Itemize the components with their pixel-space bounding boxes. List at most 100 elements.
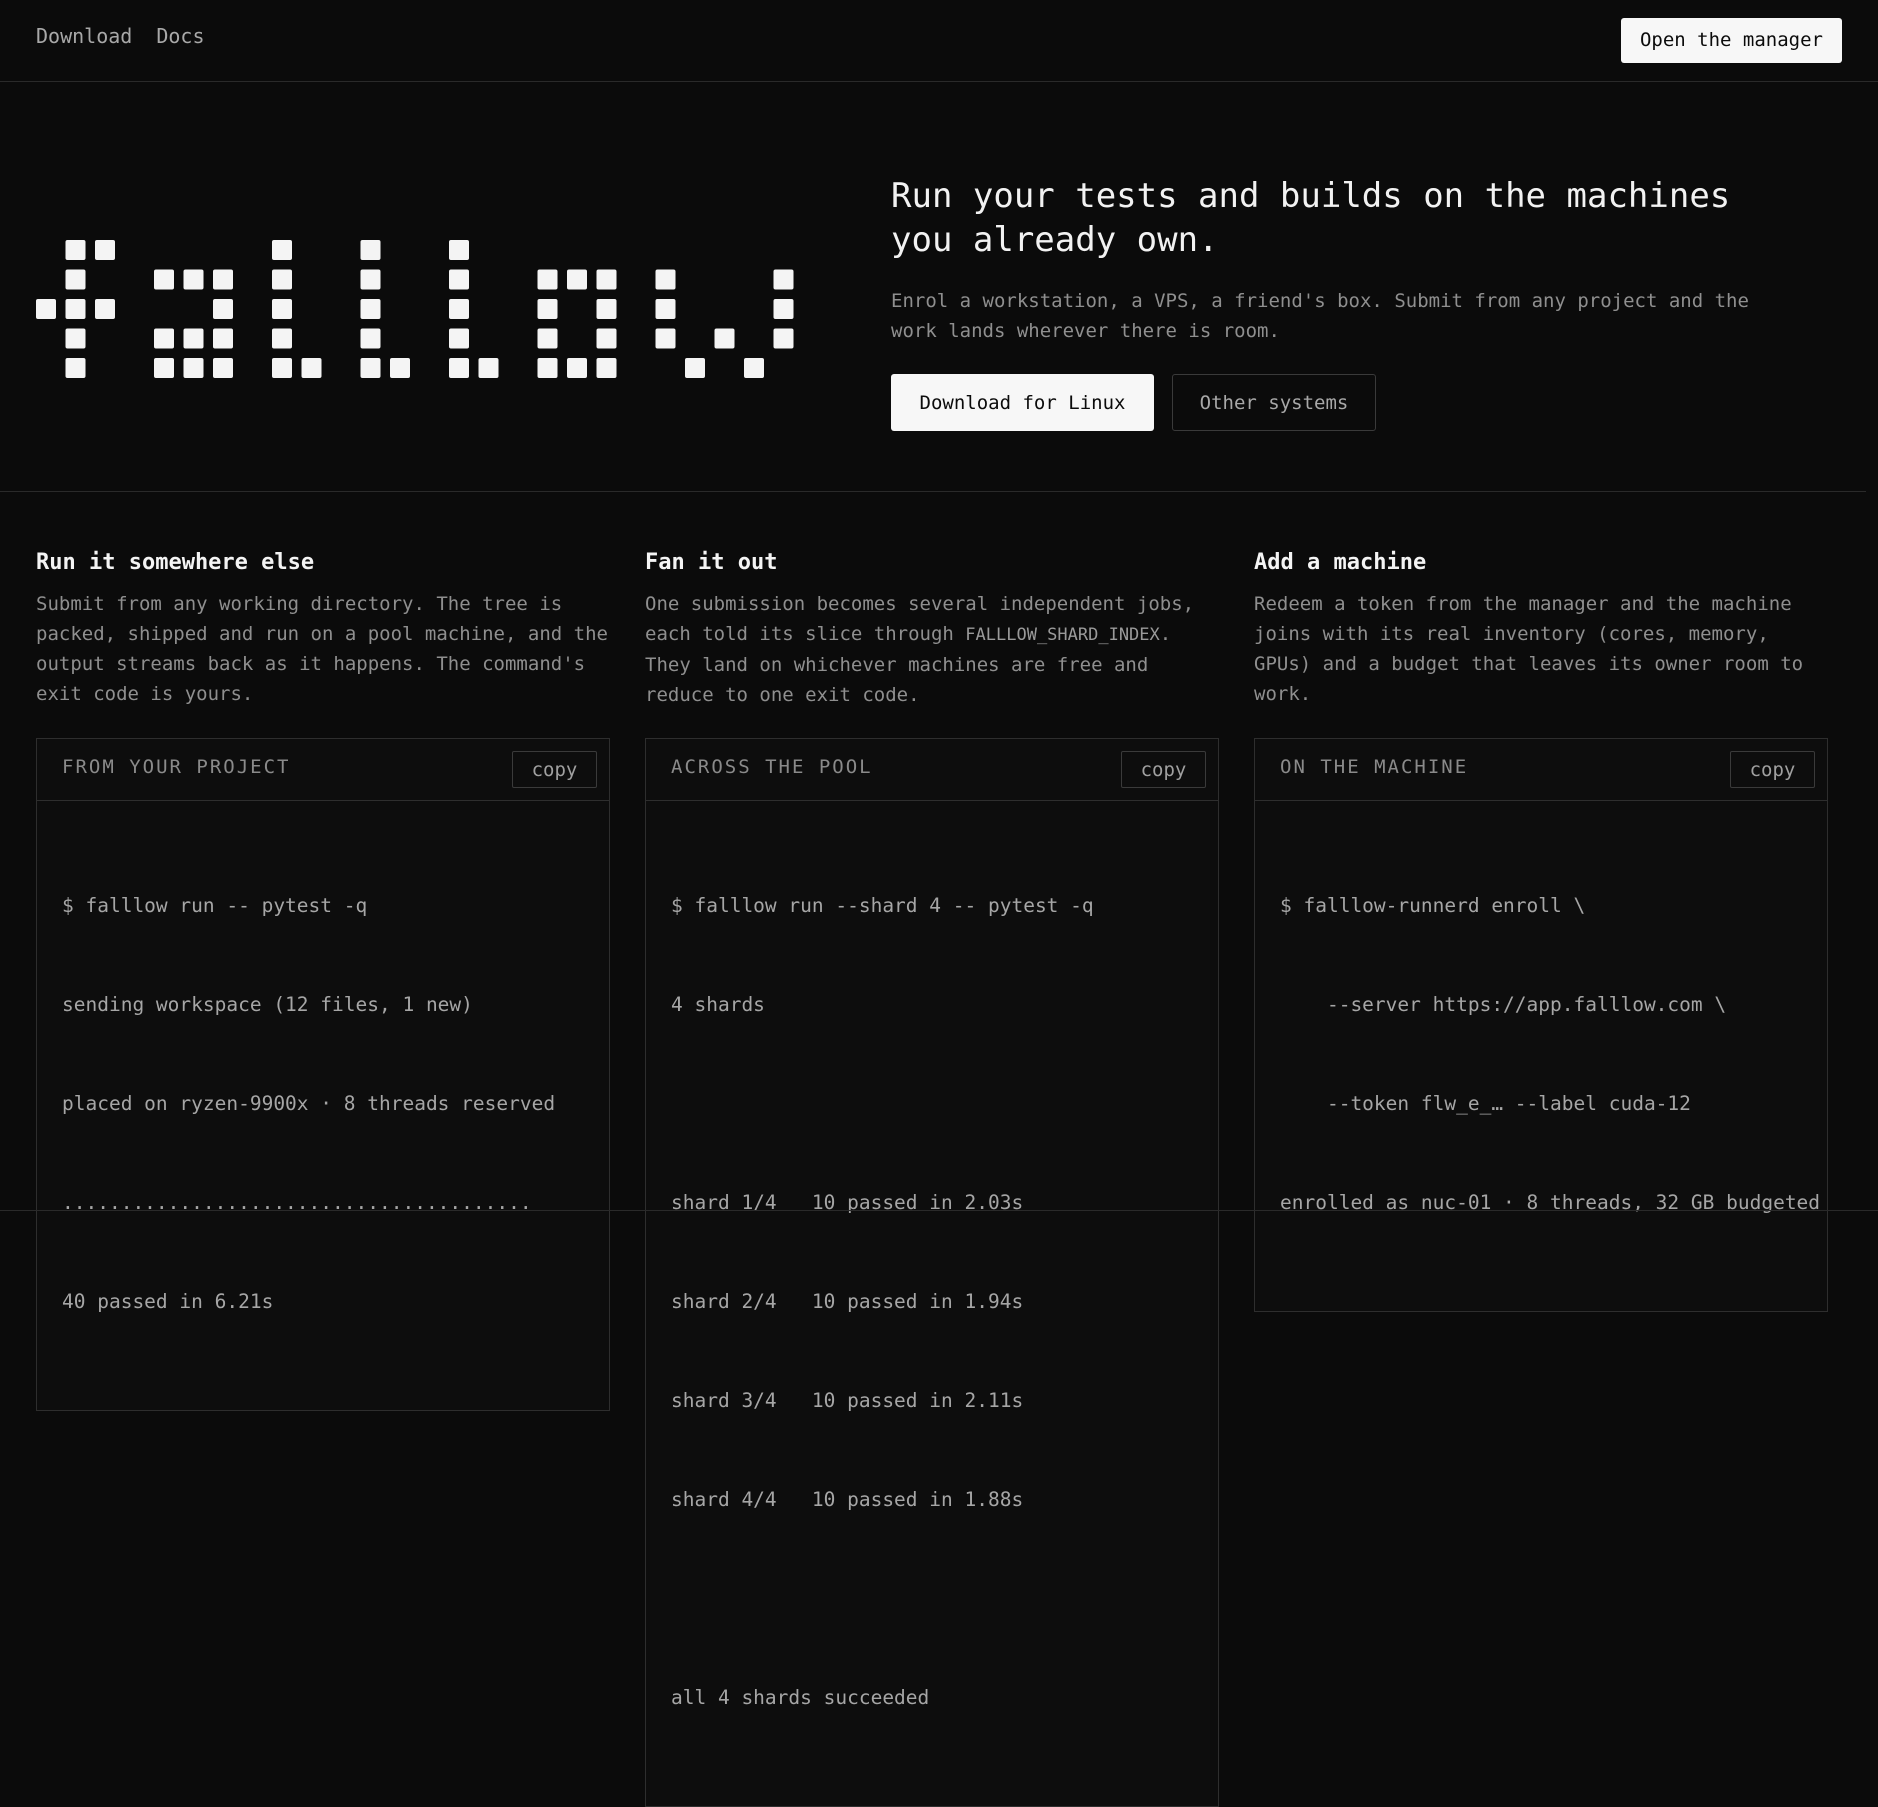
logo-pixel: [596, 299, 617, 319]
logo-pixel: [213, 358, 233, 378]
logo-pixel: [449, 328, 469, 349]
feature-title: Run it somewhere else: [36, 550, 315, 575]
logo-pixel: [272, 269, 292, 290]
logo-pixel: [655, 299, 676, 319]
terminal-header: ON THE MACHINE copy: [1255, 739, 1827, 801]
copy-button[interactable]: copy: [1121, 751, 1206, 788]
terminal-output: $ falllow run --shard 4 -- pytest -q 4 s…: [646, 801, 1218, 1806]
logo-pixel: [183, 358, 204, 378]
logo-pixel: [213, 299, 233, 319]
logo-pixel: [685, 358, 705, 378]
logo-pixel: [655, 328, 676, 349]
logo-pixel: [213, 328, 233, 349]
logo-pixel: [360, 240, 381, 260]
terminal-line: all 4 shards succeeded: [671, 1686, 930, 1709]
logo-pixel: [360, 358, 381, 378]
logo-pixel: [183, 328, 204, 349]
terminal-line: enrolled as nuc-01 · 8 threads, 32 GB bu…: [1280, 1191, 1821, 1214]
logo-pixel: [744, 358, 764, 378]
logo-pixel: [301, 358, 322, 378]
logo-pixel: [449, 299, 469, 319]
terminal-line: ........................................: [62, 1191, 532, 1214]
feature-description: Redeem a token from the manager and the …: [1254, 593, 1804, 705]
logo-pixel: [95, 299, 115, 319]
download-linux-button[interactable]: Download for Linux: [891, 374, 1154, 431]
nav-links: Download Docs: [36, 24, 205, 48]
terminal-title: ACROSS THE POOL: [671, 756, 873, 778]
logo-pixel: [65, 328, 86, 349]
logo-pixel: [449, 269, 469, 290]
terminal-panel: ON THE MACHINE copy $ falllow-runnerd en…: [1254, 738, 1828, 1312]
logo-pixel: [65, 299, 86, 319]
logo-pixel: [65, 240, 86, 260]
terminal-panel: ACROSS THE POOL copy $ falllow run --sha…: [645, 738, 1219, 1807]
logo-pixel: [390, 358, 410, 378]
logo-pixel: [773, 328, 794, 349]
feature-title: Add a machine: [1254, 550, 1427, 575]
terminal-line: $ falllow run -- pytest -q: [62, 894, 368, 917]
logo-pixel: [213, 269, 233, 290]
terminal-line: $ falllow-runnerd enroll \: [1280, 894, 1586, 917]
logo-pixel: [360, 299, 381, 319]
terminal-title: FROM YOUR PROJECT: [62, 756, 291, 778]
feature-fan-out: Fan it out One submission becomes severa…: [645, 550, 1219, 1807]
logo-pixel: [567, 269, 587, 290]
terminal-line: shard 3/4 10 passed in 2.11s: [671, 1389, 1024, 1412]
logo-pixel: [567, 358, 587, 378]
copy-button[interactable]: copy: [512, 751, 597, 788]
hero-headline: Run your tests and builds on the machine…: [891, 176, 1731, 260]
logo-pixel: [596, 328, 617, 349]
feature-description: Submit from any working directory. The t…: [36, 593, 608, 705]
feature-add-machine: Add a machine Redeem a token from the ma…: [1254, 550, 1828, 1312]
terminal-line: placed on ryzen-9900x · 8 threads reserv…: [62, 1092, 556, 1115]
nav-link-download[interactable]: Download: [36, 24, 132, 48]
feature-description: One submission becomes several independe…: [645, 593, 1195, 706]
open-manager-button[interactable]: Open the manager: [1620, 18, 1842, 63]
logo-pixel: [773, 299, 794, 319]
terminal-line: $ falllow run --shard 4 -- pytest -q: [671, 894, 1094, 917]
other-systems-button[interactable]: Other systems: [1172, 374, 1376, 431]
logo-pixel: [714, 328, 735, 349]
hero-subline: Enrol a workstation, a VPS, a friend's b…: [891, 290, 1749, 342]
logo-pixel: [272, 358, 292, 378]
logo-pixel: [537, 328, 558, 349]
logo-pixel: [65, 269, 86, 290]
logo-pixel: [773, 269, 794, 290]
top-nav: Download Docs Open the manager: [0, 0, 1878, 82]
logo-pixel: [154, 328, 174, 349]
terminal-line: sending workspace (12 files, 1 new): [62, 993, 473, 1016]
logo-pixel: [360, 328, 381, 349]
logo-pixel: [449, 358, 469, 378]
copy-button[interactable]: copy: [1730, 751, 1815, 788]
logo-pixel: [449, 240, 469, 260]
terminal-line: 4 shards: [671, 993, 765, 1016]
logo-pixel: [537, 299, 558, 319]
terminal-line: shard 4/4 10 passed in 1.88s: [671, 1488, 1024, 1511]
logo-pixel: [360, 269, 381, 290]
logo-pixel: [272, 299, 292, 319]
logo-pixel: [95, 240, 115, 260]
terminal-output: $ falllow run -- pytest -q sending works…: [37, 801, 609, 1410]
logo-pixel: [655, 269, 676, 290]
logo-pixel: [537, 358, 558, 378]
logo-pixel: [65, 358, 86, 378]
logo-pixel: [183, 269, 204, 290]
falllow-pixel-logo: [36, 240, 794, 378]
logo-pixel: [154, 269, 174, 290]
terminal-title: ON THE MACHINE: [1280, 756, 1469, 778]
logo-pixel: [36, 299, 56, 319]
logo-pixel: [537, 269, 558, 290]
terminal-header: FROM YOUR PROJECT copy: [37, 739, 609, 801]
env-var-code: FALLLOW_SHARD_INDEX: [965, 625, 1160, 645]
terminal-output: $ falllow-runnerd enroll \ --server http…: [1255, 801, 1827, 1311]
terminal-line: 40 passed in 6.21s: [62, 1290, 274, 1313]
terminal-header: ACROSS THE POOL copy: [646, 739, 1218, 801]
logo-pixel: [272, 328, 292, 349]
terminal-line: shard 2/4 10 passed in 1.94s: [671, 1290, 1024, 1313]
logo-pixel: [596, 269, 617, 290]
logo-pixel: [596, 358, 617, 378]
feature-run-elsewhere: Run it somewhere else Submit from any wo…: [36, 550, 610, 1411]
nav-link-docs[interactable]: Docs: [156, 24, 204, 48]
